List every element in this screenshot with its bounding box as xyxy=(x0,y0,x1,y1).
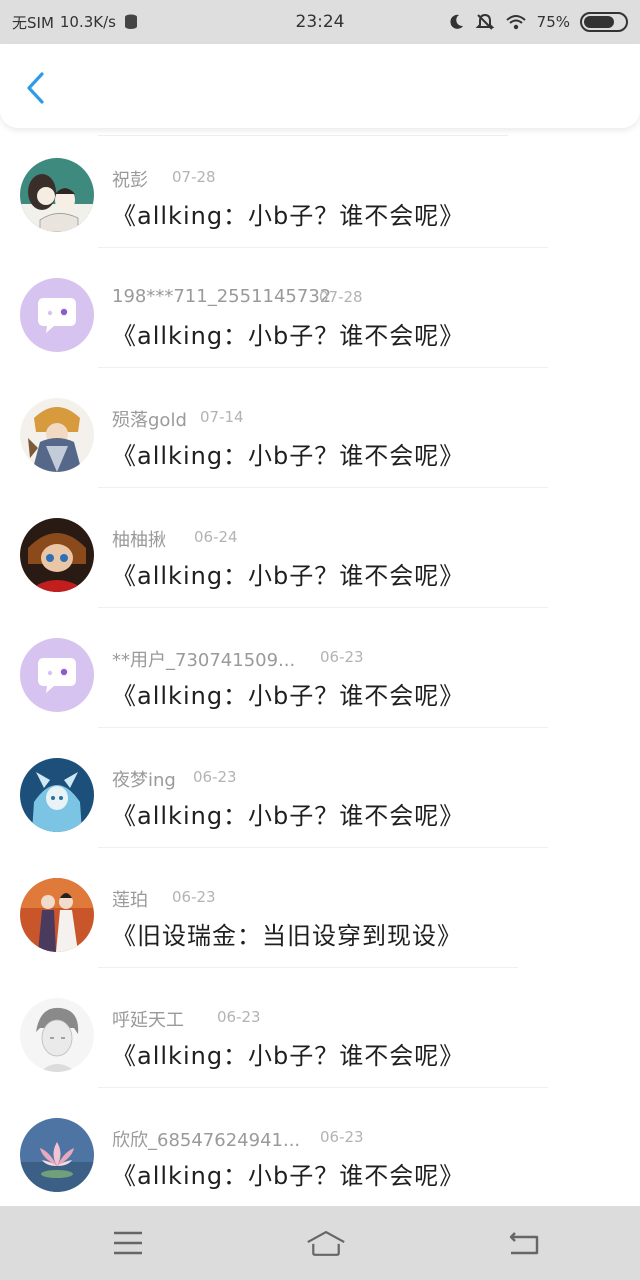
battery-icon xyxy=(580,12,628,32)
database-icon xyxy=(125,14,137,29)
comment-date: 07-28 xyxy=(172,168,216,186)
comment-text: 《allking：小b子？谁不会呢》 xyxy=(112,1042,465,1070)
network-speed: 10.3K/s xyxy=(59,13,116,31)
avatar[interactable] xyxy=(20,278,94,352)
chevron-left-icon xyxy=(27,72,44,104)
list-item[interactable]: 殒落gold 07-14 《allking：小b子？谁不会呢》 xyxy=(0,368,640,488)
list-item[interactable]: 祝彭 07-28 《allking：小b子？谁不会呢》 xyxy=(0,128,640,248)
home-icon xyxy=(307,1231,345,1256)
comment-text: 《allking：小b子？谁不会呢》 xyxy=(112,802,465,830)
home-button[interactable] xyxy=(306,1223,346,1263)
comment-text: 《allking：小b子？谁不会呢》 xyxy=(112,442,465,470)
battery-level xyxy=(584,16,614,28)
battery-percent: 75% xyxy=(536,13,570,31)
list-item[interactable]: 欣欣_68547624941... 06-23 《allking：小b子？谁不会… xyxy=(0,1088,640,1206)
menu-button[interactable] xyxy=(108,1223,148,1263)
comment-date: 06-24 xyxy=(194,528,238,546)
back-nav-button[interactable] xyxy=(504,1223,544,1263)
commenter-name: 莲珀 xyxy=(112,890,148,911)
list-item[interactable]: 呼延天工 06-23 《allking：小b子？谁不会呢》 xyxy=(0,968,640,1088)
commenter-name: 祝彭 xyxy=(112,170,148,191)
comment-list[interactable]: 祝彭 07-28 《allking：小b子？谁不会呢》 198***711_25… xyxy=(0,128,640,1206)
commenter-name: 殒落gold xyxy=(112,410,187,431)
avatar[interactable] xyxy=(20,878,94,952)
comment-date: 06-23 xyxy=(172,888,216,906)
top-bar xyxy=(0,44,640,128)
comment-date: 07-28 xyxy=(319,288,363,306)
avatar[interactable] xyxy=(20,1118,94,1192)
comment-text: 《allking：小b子？谁不会呢》 xyxy=(112,322,465,350)
comment-text: 《allking：小b子？谁不会呢》 xyxy=(112,1162,465,1190)
mute-bell-icon xyxy=(475,13,495,30)
list-item[interactable]: 柚柚揪 06-24 《allking：小b子？谁不会呢》 xyxy=(0,488,640,608)
list-item[interactable]: 198***711_2551145732 07-28 《allking：小b子？… xyxy=(0,248,640,368)
list-item[interactable]: 莲珀 06-23 《旧设瑞金：当旧设穿到现设》 xyxy=(0,848,640,968)
comment-date: 06-23 xyxy=(193,768,237,786)
wifi-icon xyxy=(505,15,526,30)
carrier-text: 无SIM xyxy=(12,13,54,32)
comment-text: 《allking：小b子？谁不会呢》 xyxy=(112,682,465,710)
back-button[interactable] xyxy=(18,68,54,108)
avatar[interactable] xyxy=(20,998,94,1072)
comment-text: 《allking：小b子？谁不会呢》 xyxy=(112,562,465,590)
status-bar: 无SIM 10.3K/s 23:24 75% xyxy=(0,0,640,44)
menu-icon xyxy=(114,1231,142,1255)
commenter-name: 欣欣_68547624941... xyxy=(112,1130,301,1151)
moon-icon xyxy=(450,14,463,29)
back-icon xyxy=(509,1232,539,1255)
commenter-name: 柚柚揪 xyxy=(112,530,166,551)
avatar[interactable] xyxy=(20,398,94,472)
comment-date: 06-23 xyxy=(217,1008,261,1026)
clock: 23:24 xyxy=(295,12,345,32)
comment-text: 《allking：小b子？谁不会呢》 xyxy=(112,202,465,230)
commenter-name: 198***711_2551145732 xyxy=(112,286,332,307)
comment-date: 06-23 xyxy=(320,648,364,666)
avatar[interactable] xyxy=(20,158,94,232)
list-item[interactable]: 夜梦ing 06-23 《allking：小b子？谁不会呢》 xyxy=(0,728,640,848)
comment-date: 06-23 xyxy=(320,1128,364,1146)
system-nav-bar xyxy=(0,1206,640,1280)
comment-date: 07-14 xyxy=(200,408,244,426)
commenter-name: 夜梦ing xyxy=(112,770,176,791)
comment-text: 《旧设瑞金：当旧设穿到现设》 xyxy=(112,922,462,950)
commenter-name: **用户_730741509... xyxy=(112,650,296,671)
avatar[interactable] xyxy=(20,518,94,592)
avatar[interactable] xyxy=(20,758,94,832)
list-item[interactable]: **用户_730741509... 06-23 《allking：小b子？谁不会… xyxy=(0,608,640,728)
avatar[interactable] xyxy=(20,638,94,712)
commenter-name: 呼延天工 xyxy=(112,1010,184,1031)
